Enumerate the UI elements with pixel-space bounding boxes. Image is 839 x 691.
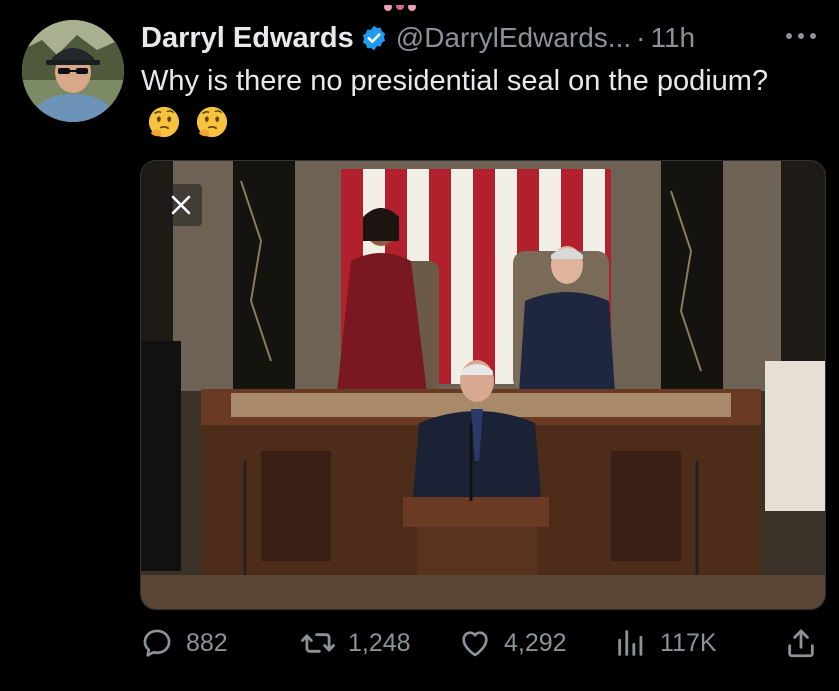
thinking-face-icon — [147, 105, 181, 139]
retweet-button[interactable]: 1,248 — [300, 620, 411, 666]
verified-badge-icon — [360, 24, 388, 52]
decorative-flowers-icon — [380, 0, 420, 11]
retweet-count: 1,248 — [348, 628, 411, 657]
close-icon — [171, 195, 191, 215]
more-options-icon[interactable] — [781, 26, 821, 46]
retweet-icon — [301, 633, 335, 653]
close-button[interactable] — [160, 184, 202, 226]
tweet-header: Darryl Edwards @DarrylEdwards... · 11h — [141, 18, 821, 58]
views-chart-icon — [618, 630, 643, 656]
avatar[interactable] — [22, 20, 124, 122]
share-icon — [788, 629, 814, 658]
separator: · — [636, 22, 646, 53]
views-count: 117K — [660, 628, 717, 657]
heart-icon — [462, 631, 488, 657]
like-button[interactable]: 4,292 — [458, 620, 567, 666]
display-name[interactable]: Darryl Edwards — [141, 22, 354, 55]
reply-button[interactable]: 882 — [140, 620, 228, 666]
timestamp[interactable]: 11h — [650, 22, 695, 54]
like-count: 4,292 — [504, 628, 567, 657]
user-handle[interactable]: @DarrylEdwards... — [396, 22, 631, 54]
views-button[interactable]: 117K — [614, 620, 717, 666]
share-button[interactable] — [784, 620, 818, 666]
reply-icon — [143, 629, 171, 657]
reply-count: 882 — [186, 628, 228, 657]
tweet-text: Why is there no presidential seal on the… — [141, 60, 781, 146]
tweet-body: Why is there no presidential seal on the… — [141, 65, 769, 97]
tweet-media-photo[interactable] — [140, 160, 826, 610]
tweet-actions-bar: 882 1,248 4,292 117K — [140, 620, 825, 666]
thinking-face-icon — [195, 105, 229, 139]
